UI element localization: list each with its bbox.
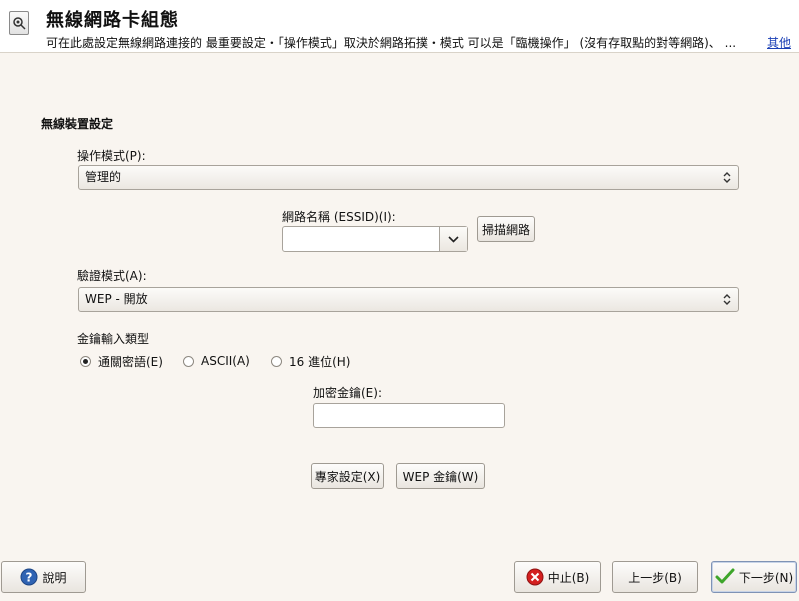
help-icon: ? bbox=[20, 568, 38, 586]
radio-ascii-label: ASCII(A) bbox=[201, 354, 250, 368]
radio-passphrase-label: 通關密語(E) bbox=[98, 354, 163, 369]
page-description: 可在此處設定無線網路連接的 最重要設定・「操作模式」取決於網路拓撲・模式 可以是… bbox=[46, 36, 737, 50]
encryption-key-label: 加密金鑰(E): bbox=[313, 386, 382, 400]
operation-mode-label: 操作模式(P): bbox=[77, 149, 146, 163]
radio-button-checked[interactable] bbox=[80, 355, 91, 367]
radio-button[interactable] bbox=[183, 355, 194, 367]
abort-icon bbox=[526, 568, 544, 586]
section-title: 無線裝置設定 bbox=[41, 117, 114, 131]
dialog-header: 無線網路卡組態 可在此處設定無線網路連接的 最重要設定・「操作模式」取決於網路拓… bbox=[0, 0, 799, 53]
expert-settings-button[interactable]: 專家設定(X) bbox=[311, 463, 384, 489]
abort-button-label: 中止(B) bbox=[547, 570, 590, 585]
chevron-down-icon bbox=[448, 236, 459, 243]
abort-button[interactable]: 中止(B) bbox=[514, 561, 601, 593]
more-link[interactable]: 其他 bbox=[767, 34, 791, 51]
auth-mode-value: WEP - 開放 bbox=[85, 292, 148, 306]
essid-combobox[interactable] bbox=[282, 226, 468, 252]
key-input-type-label: 金鑰輸入類型 bbox=[77, 332, 150, 346]
back-button[interactable]: 上一步(B) bbox=[612, 561, 698, 593]
network-config-icon bbox=[9, 11, 29, 35]
essid-dropdown-button[interactable] bbox=[439, 227, 467, 251]
next-button[interactable]: 下一步(N) bbox=[711, 561, 797, 593]
operation-mode-select[interactable]: 管理的 bbox=[78, 165, 739, 190]
wep-keys-button[interactable]: WEP 金鑰(W) bbox=[396, 463, 485, 489]
auth-mode-select[interactable]: WEP - 開放 bbox=[78, 287, 739, 312]
scan-network-button[interactable]: 掃描網路 bbox=[477, 216, 535, 242]
help-button-label: 說明 bbox=[42, 570, 67, 585]
essid-input[interactable] bbox=[285, 229, 443, 251]
radio-passphrase[interactable]: 通關密語(E) bbox=[80, 354, 163, 369]
help-button[interactable]: ? 說明 bbox=[1, 561, 86, 593]
radio-hex[interactable]: 16 進位(H) bbox=[271, 354, 351, 369]
page-title: 無線網路卡組態 bbox=[46, 10, 179, 31]
radio-hex-label: 16 進位(H) bbox=[289, 354, 351, 369]
operation-mode-value: 管理的 bbox=[85, 170, 122, 184]
encryption-key-input[interactable] bbox=[313, 403, 505, 428]
updown-arrows-icon bbox=[723, 294, 731, 305]
next-button-label: 下一步(N) bbox=[738, 570, 794, 585]
auth-mode-label: 驗證模式(A): bbox=[77, 269, 147, 283]
essid-label: 網路名稱 (ESSID)(I): bbox=[282, 210, 396, 224]
updown-arrows-icon bbox=[723, 172, 731, 183]
checkmark-icon bbox=[715, 568, 735, 584]
radio-button[interactable] bbox=[271, 355, 282, 367]
radio-ascii[interactable]: ASCII(A) bbox=[183, 354, 250, 368]
svg-text:?: ? bbox=[26, 571, 33, 585]
